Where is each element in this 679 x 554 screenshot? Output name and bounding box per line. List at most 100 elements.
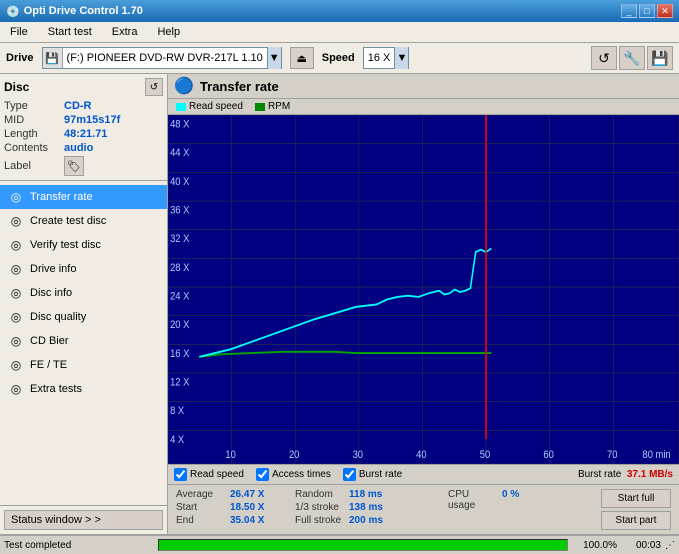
create-test-disc-icon: ◎ [8, 213, 24, 229]
check-burst-rate[interactable]: Burst rate [343, 468, 402, 481]
drive-icon: 💾 [43, 48, 63, 68]
app-icon: 💿 [6, 5, 20, 18]
nav-fe-te-label: FE / TE [30, 359, 67, 371]
svg-text:24 X: 24 X [170, 291, 189, 303]
full-stroke-label: Full stroke [295, 515, 345, 526]
menu-extra[interactable]: Extra [106, 24, 144, 40]
status-window-button[interactable]: Status window > > [4, 510, 163, 530]
stat-start: Start 18.50 X [176, 502, 275, 513]
drive-bar: Drive 💾 (F:) PIONEER DVD-RW DVR-217L 1.1… [0, 43, 679, 74]
cpu-value: 0 % [502, 489, 547, 511]
random-label: Random [295, 489, 345, 500]
type-label: Type [4, 100, 64, 112]
check-burst-rate-label: Burst rate [359, 469, 402, 480]
start-value: 18.50 X [230, 502, 275, 513]
svg-text:20: 20 [289, 449, 300, 461]
svg-text:8 X: 8 X [170, 405, 184, 417]
nav-disc-quality[interactable]: ◎ Disc quality [0, 305, 167, 329]
check-read-speed[interactable]: Read speed [174, 468, 244, 481]
check-access-times[interactable]: Access times [256, 468, 331, 481]
nav-disc-info-label: Disc info [30, 287, 72, 299]
close-button[interactable]: ✕ [657, 4, 673, 18]
speed-select[interactable]: 16 X ▼ [363, 47, 410, 69]
disc-title: Disc [4, 80, 29, 94]
checkbox-access-times[interactable] [256, 468, 269, 481]
nav-extra-tests[interactable]: ◎ Extra tests [0, 377, 167, 401]
legend-rpm-label: RPM [268, 101, 290, 112]
label-button[interactable]: 🏷 [64, 156, 84, 176]
checkbox-burst-rate[interactable] [343, 468, 356, 481]
nav-extra-tests-label: Extra tests [30, 383, 82, 395]
disc-section: Disc ↺ Type CD-R MID 97m15s17f Length 48… [0, 74, 167, 181]
menu-file[interactable]: File [4, 24, 34, 40]
svg-text:80 min: 80 min [643, 449, 671, 461]
cd-bier-icon: ◎ [8, 333, 24, 349]
stat-random: Random 118 ms [295, 489, 394, 500]
status-window-label: Status window > > [11, 514, 101, 526]
resize-grip[interactable]: ⋰ [665, 540, 675, 551]
burst-rate-label: Burst rate [578, 469, 621, 480]
menu-start-test[interactable]: Start test [42, 24, 98, 40]
speed-label: Speed [322, 52, 355, 64]
progress-bar-container [158, 539, 568, 551]
start-full-button[interactable]: Start full [601, 489, 671, 508]
start-label: Start [176, 502, 226, 513]
bottom-bar: Test completed 100.0% 00:03 ⋰ [0, 534, 679, 554]
stat-cpu: CPU usage 0 % [448, 489, 547, 511]
nav-section: ◎ Transfer rate ◎ Create test disc ◎ Ver… [0, 181, 167, 505]
menu-help[interactable]: Help [151, 24, 186, 40]
length-label: Length [4, 128, 64, 140]
chart-controls: Read speed Access times Burst rate Burst… [168, 464, 679, 484]
drive-dropdown[interactable]: ▼ [267, 47, 281, 69]
nav-fe-te[interactable]: ◎ FE / TE [0, 353, 167, 377]
speed-dropdown[interactable]: ▼ [394, 47, 408, 69]
time-display: 00:03 [621, 540, 661, 551]
refresh-button[interactable]: ↺ [591, 46, 617, 70]
stat-full-stroke: Full stroke 200 ms [295, 515, 394, 526]
svg-text:40: 40 [416, 449, 427, 461]
full-stroke-value: 200 ms [349, 515, 394, 526]
nav-verify-test-disc[interactable]: ◎ Verify test disc [0, 233, 167, 257]
bottom-status: Test completed [4, 540, 154, 551]
nav-create-test-disc[interactable]: ◎ Create test disc [0, 209, 167, 233]
status-section: Status window > > [0, 505, 167, 534]
svg-text:70: 70 [607, 449, 618, 461]
chart-header: 🔵 Transfer rate [168, 74, 679, 99]
app-title: Opti Drive Control 1.70 [24, 5, 143, 17]
stats-middle: Random 118 ms 1/3 stroke 138 ms Full str… [295, 489, 394, 530]
settings-button[interactable]: 🔧 [619, 46, 645, 70]
svg-text:40 X: 40 X [170, 176, 189, 188]
maximize-button[interactable]: □ [639, 4, 655, 18]
drive-value: (F:) PIONEER DVD-RW DVR-217L 1.10 [63, 52, 267, 64]
eject-button[interactable]: ⏏ [290, 47, 314, 69]
nav-disc-info[interactable]: ◎ Disc info [0, 281, 167, 305]
minimize-button[interactable]: _ [621, 4, 637, 18]
nav-transfer-rate[interactable]: ◎ Transfer rate [0, 185, 167, 209]
verify-test-disc-icon: ◎ [8, 237, 24, 253]
svg-text:20 X: 20 X [170, 319, 189, 331]
main-area: Disc ↺ Type CD-R MID 97m15s17f Length 48… [0, 74, 679, 534]
svg-text:36 X: 36 X [170, 205, 189, 217]
svg-text:44 X: 44 X [170, 147, 189, 159]
action-buttons: Start full Start part [601, 489, 671, 530]
nav-drive-info[interactable]: ◎ Drive info [0, 257, 167, 281]
chart-title: Transfer rate [200, 79, 279, 94]
drive-label: Drive [6, 52, 34, 64]
average-label: Average [176, 489, 226, 500]
mid-label: MID [4, 114, 64, 126]
disc-refresh-button[interactable]: ↺ [145, 78, 163, 96]
cpu-label: CPU usage [448, 489, 498, 511]
start-part-button[interactable]: Start part [601, 511, 671, 530]
svg-text:4 X: 4 X [170, 434, 184, 446]
burst-rate-value: 37.1 MB/s [627, 469, 673, 480]
chart-svg: 48 X 44 X 40 X 36 X 32 X 28 X 24 X 20 X … [168, 115, 679, 464]
third-stroke-label: 1/3 stroke [295, 502, 345, 513]
drive-select[interactable]: 💾 (F:) PIONEER DVD-RW DVR-217L 1.10 ▼ [42, 47, 282, 69]
nav-cd-bier[interactable]: ◎ CD Bier [0, 329, 167, 353]
save-button[interactable]: 💾 [647, 46, 673, 70]
checkbox-read-speed[interactable] [174, 468, 187, 481]
burst-rate-display: Burst rate 37.1 MB/s [578, 469, 673, 480]
fe-te-icon: ◎ [8, 357, 24, 373]
title-bar: 💿 Opti Drive Control 1.70 _ □ ✕ [0, 0, 679, 22]
transfer-rate-icon: ◎ [8, 189, 24, 205]
